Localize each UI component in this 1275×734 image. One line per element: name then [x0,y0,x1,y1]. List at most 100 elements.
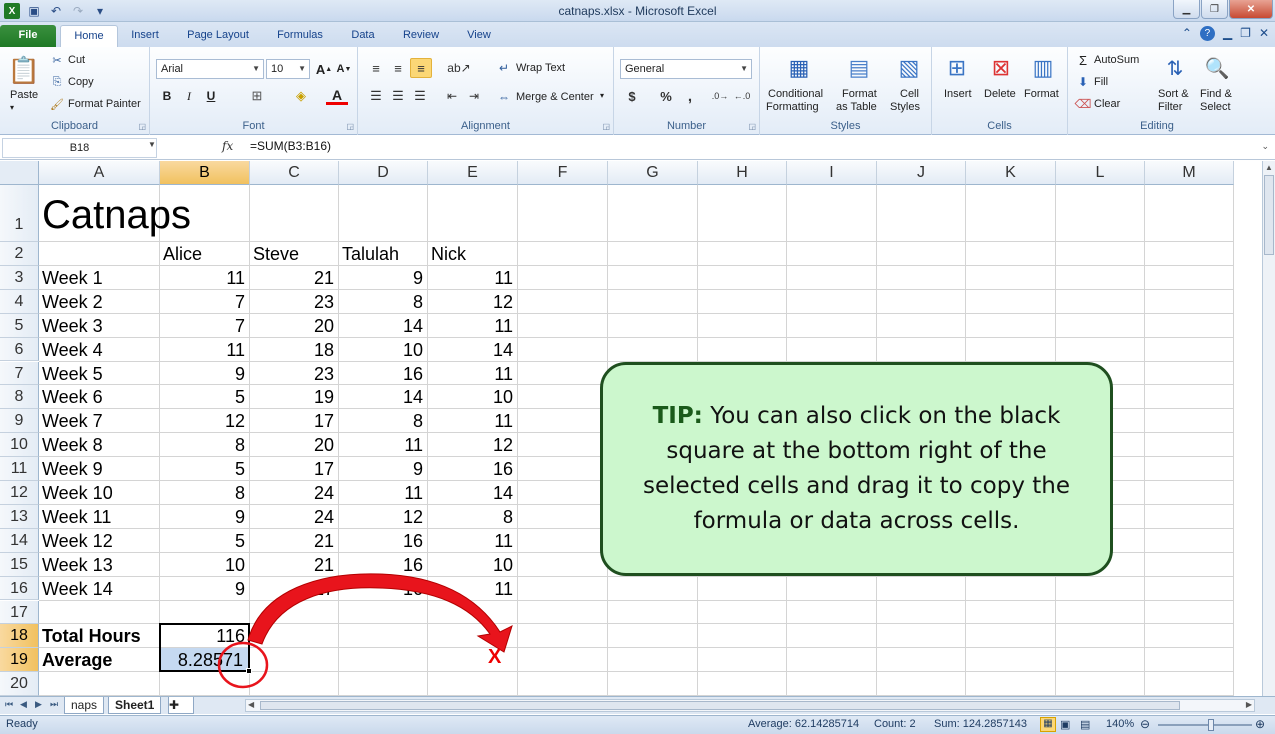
number-format-select[interactable]: General ▼ [620,59,752,79]
row-header-6[interactable]: 6 [0,337,39,362]
data-cell[interactable]: 8 [163,433,249,457]
format-as-table-label-1[interactable]: Format [842,88,877,100]
data-cell[interactable]: 12 [342,505,427,529]
align-left-icon[interactable]: ☰ [366,87,386,105]
font-size-select[interactable]: 10 ▼ [266,59,310,79]
row-header-3[interactable]: 3 [0,265,39,290]
cell-styles-label-2[interactable]: Styles [890,101,920,113]
header-cell[interactable]: Nick [431,242,517,266]
data-cell[interactable]: 24 [253,481,338,505]
page-layout-view-icon[interactable]: ▣ [1060,718,1070,731]
row-header-1[interactable]: 1 [0,185,39,242]
week-label-cell[interactable]: Week 5 [42,362,159,386]
bold-button[interactable]: B [158,87,176,105]
tab-insert[interactable]: Insert [122,25,168,47]
column-header-c[interactable]: C [250,161,339,185]
tab-data[interactable]: Data [342,25,384,47]
tab-review[interactable]: Review [394,25,448,47]
data-cell[interactable]: 11 [431,577,517,601]
page-break-view-icon[interactable]: ▤ [1080,718,1090,731]
row-header-2[interactable]: 2 [0,242,39,266]
expand-formula-bar-icon[interactable]: ⌄ [1261,141,1269,152]
comma-button[interactable]: , [682,87,698,105]
shrink-font-icon[interactable]: A ▼ [334,59,354,79]
header-cell[interactable]: Alice [163,242,249,266]
data-cell[interactable]: 21 [253,529,338,553]
column-header-b[interactable]: B [160,161,250,185]
data-cell[interactable]: 8 [342,290,427,314]
scroll-up-icon[interactable]: ▲ [1265,163,1273,172]
format-button[interactable]: Format [1024,88,1059,100]
zoom-out-icon[interactable]: ⊖ [1140,717,1150,731]
data-cell[interactable]: 10 [342,338,427,362]
increase-indent-icon[interactable]: ⇥ [464,87,484,105]
paste-dropdown-icon[interactable]: ▾ [10,103,14,112]
data-cell[interactable]: 12 [431,290,517,314]
data-cell[interactable]: 17 [253,457,338,481]
average-label[interactable]: Average [42,648,159,672]
orientation-icon[interactable]: ab↗ [446,59,472,77]
data-cell[interactable]: 5 [163,529,249,553]
data-cell[interactable]: 21 [253,553,338,577]
scroll-right-icon[interactable]: ▶ [1246,700,1252,709]
fill-color-icon[interactable]: ◈ [290,87,312,105]
data-cell[interactable]: 24 [253,505,338,529]
autosum-icon[interactable]: Σ [1076,53,1090,68]
column-header-d[interactable]: D [339,161,428,185]
data-cell[interactable]: 17 [253,577,338,601]
copy-icon[interactable]: ⎘ [50,75,64,89]
data-cell[interactable]: 10 [163,553,249,577]
row-header-12[interactable]: 12 [0,481,39,505]
data-cell[interactable]: 11 [431,314,517,338]
tab-page-layout[interactable]: Page Layout [178,25,258,47]
row-header-20[interactable]: 20 [0,672,39,696]
row-header-7[interactable]: 7 [0,361,39,386]
data-cell[interactable]: 14 [431,481,517,505]
italic-button[interactable]: I [180,87,198,105]
autosum-button[interactable]: AutoSum [1094,54,1139,66]
data-cell[interactable]: 20 [253,433,338,457]
delete-cells-icon[interactable]: ⊠ [986,53,1016,83]
wrap-text-icon[interactable]: ↵ [496,60,512,76]
horizontal-scroll-thumb[interactable] [260,701,1180,710]
data-cell[interactable]: 10 [431,385,517,409]
data-cell[interactable]: 18 [253,338,338,362]
week-label-cell[interactable]: Week 3 [42,314,159,338]
data-cell[interactable]: 9 [163,577,249,601]
increase-decimal-icon[interactable]: .0→ [710,87,730,105]
cut-button[interactable]: Cut [68,54,85,66]
scroll-left-icon[interactable]: ◀ [248,700,254,709]
format-as-table-label-2[interactable]: as Table [836,101,877,113]
row-header-8[interactable]: 8 [0,385,39,410]
merge-center-icon[interactable]: ⇔ [496,89,512,105]
column-header-j[interactable]: J [877,161,966,185]
next-sheet-icon[interactable]: ▶ [35,699,42,710]
font-family-select[interactable]: Arial ▼ [156,59,264,79]
currency-button[interactable]: $ [624,87,640,105]
tab-view[interactable]: View [458,25,500,47]
column-header-l[interactable]: L [1056,161,1145,185]
align-center-icon[interactable]: ☰ [388,87,408,105]
data-cell[interactable]: 11 [431,529,517,553]
fill-icon[interactable]: ⬇ [1076,75,1090,89]
name-box[interactable]: B18 [2,138,157,158]
help-icon[interactable]: ? [1199,26,1215,41]
column-header-g[interactable]: G [608,161,698,185]
conditional-formatting-icon[interactable]: ▦ [784,53,814,83]
zoom-slider-thumb[interactable] [1208,719,1214,731]
insert-cells-icon[interactable]: ⊞ [942,53,972,83]
format-painter-button[interactable]: Format Painter [68,98,141,110]
row-header-13[interactable]: 13 [0,504,39,529]
row-header-4[interactable]: 4 [0,289,39,314]
data-cell[interactable]: 23 [253,362,338,386]
workbook-close-icon[interactable]: ✕ [1259,26,1269,41]
data-cell[interactable]: 11 [342,433,427,457]
week-label-cell[interactable]: Week 14 [42,577,159,601]
data-cell[interactable]: 10 [431,553,517,577]
column-header-m[interactable]: M [1145,161,1234,185]
zoom-slider[interactable] [1158,724,1252,726]
insert-sheet-icon[interactable]: ✚ [168,697,194,714]
zoom-in-icon[interactable]: ⊕ [1255,717,1265,731]
week-label-cell[interactable]: Week 6 [42,385,159,409]
week-label-cell[interactable]: Week 9 [42,457,159,481]
